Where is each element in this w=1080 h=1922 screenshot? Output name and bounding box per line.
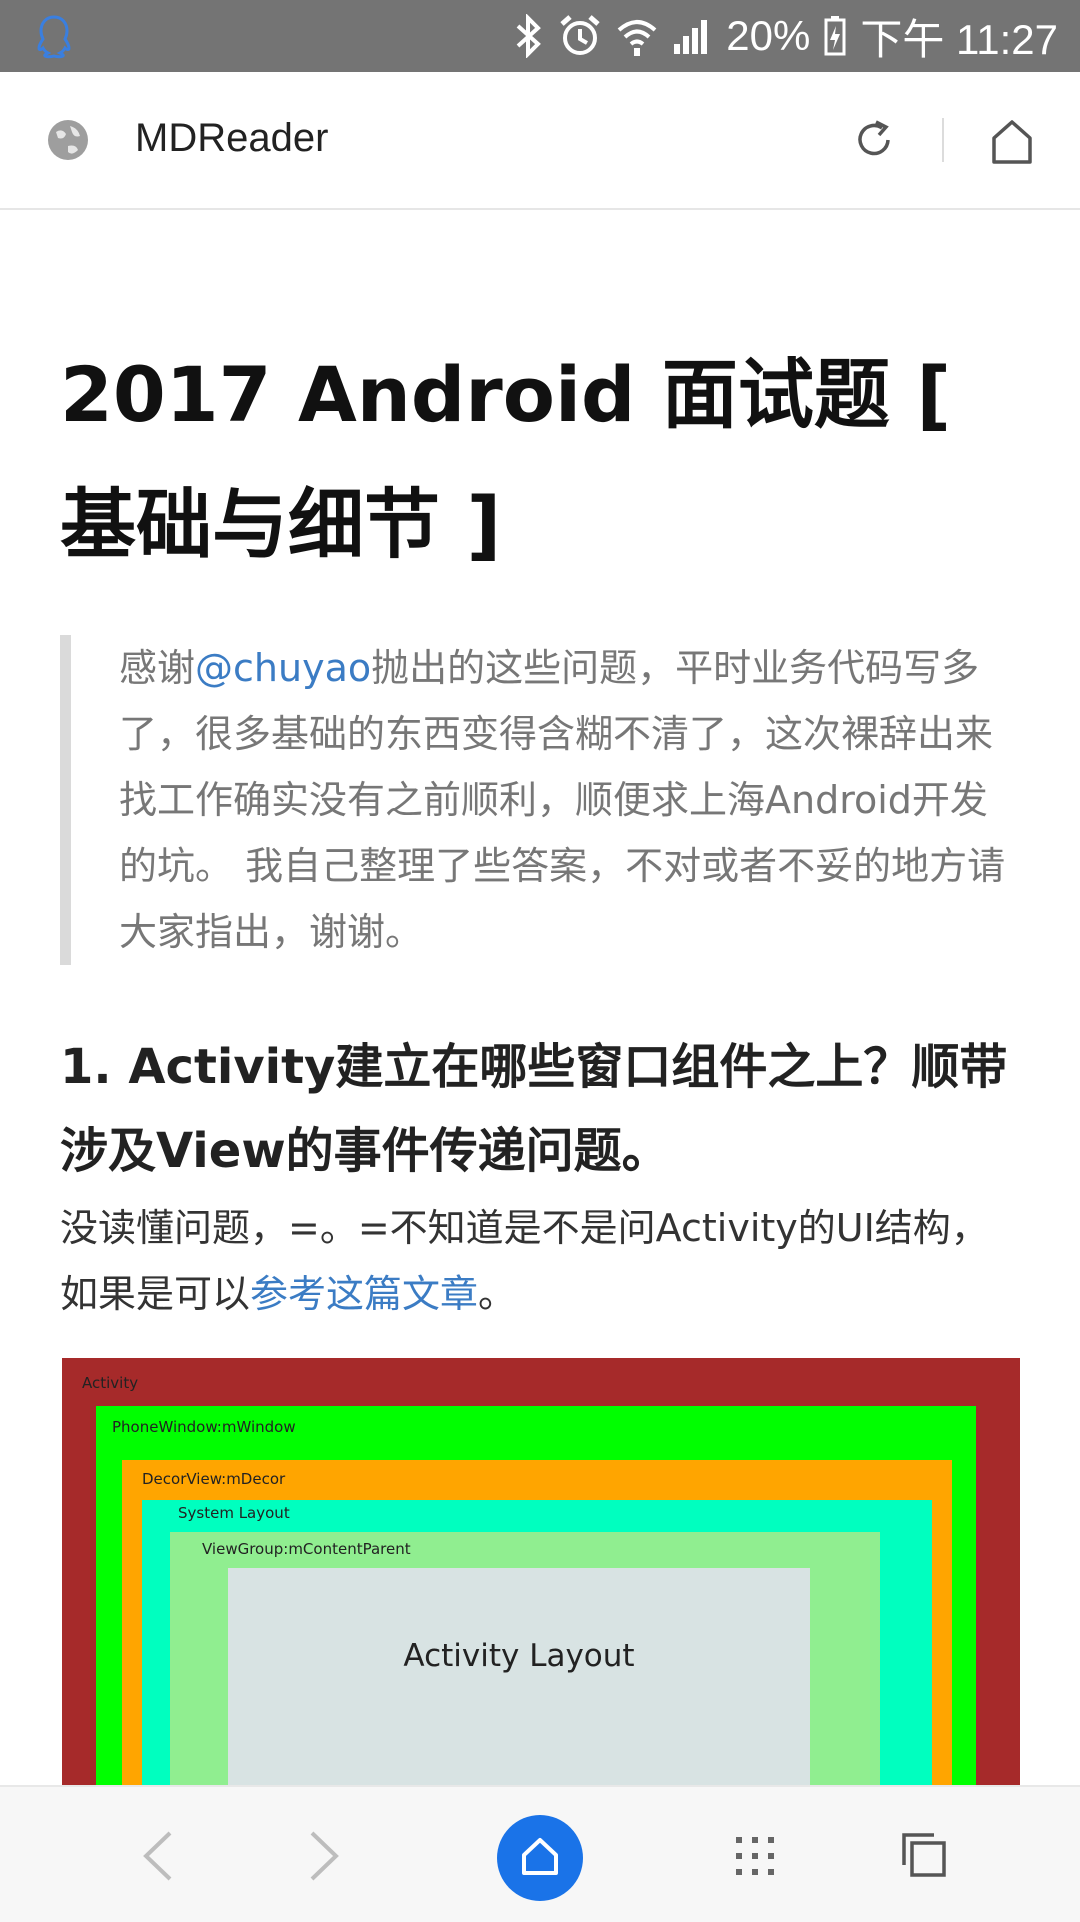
diagram-label-decor-view: DecorView:mDecor [142,1470,286,1488]
article-content: 2017 Android 面试题 [ 基础与细节 ] 感谢@chuyao抛出的这… [0,210,1080,1785]
diagram-label-content-parent: ViewGroup:mContentParent [202,1540,411,1558]
system-layout-layer: System Layout ViewGroup:mContentParent A… [142,1500,932,1785]
question-1-heading: 1. Activity建立在哪些窗口组件之上？顺带涉及View的事件传递问题。 [60,1039,1008,1179]
app-title: MDReader [135,116,329,160]
home-icon [522,1838,558,1875]
diagram-label-phone-window: PhoneWindow:mWindow [112,1418,296,1436]
answer-text-end: 。 [478,1272,517,1316]
forward-icon[interactable] [306,1829,342,1883]
phone-window-layer: PhoneWindow:mWindow DecorView:mDecor Sys… [96,1406,976,1785]
refresh-icon[interactable] [850,116,898,164]
app-bar-divider [942,118,944,162]
diagram-label-activity: Activity [82,1374,139,1392]
reference-article-link[interactable]: 参考这篇文章 [250,1272,478,1316]
quote-text-start: 感谢 [119,646,196,690]
quote-text-rest: 抛出的这些问题，平时业务代码写多了，很多基础的东西变得含糊不清了，这次裸辞出来找… [119,646,1006,954]
diagram-label-system-layout: System Layout [178,1504,290,1522]
clock: 下午 11:27 [860,15,1058,63]
signal-icon [674,20,708,54]
chuyao-link[interactable]: @chuyao [195,646,371,690]
home-icon[interactable] [988,116,1036,166]
bottom-nav-bar [0,1785,1080,1922]
grid-menu-icon[interactable] [734,1835,776,1877]
answer-paragraph: 没读懂问题，=。=不知道是不是问Activity的UI结构，如果是可以参考这篇文… [60,1195,1020,1327]
activity-layout-layer: Activity Layout [228,1568,810,1785]
article-title: 2017 Android 面试题 [ 基础与细节 ] [60,350,952,569]
qq-icon [37,15,71,59]
tabs-icon[interactable] [900,1831,948,1879]
activity-structure-diagram: Activity PhoneWindow:mWindow DecorView:m… [62,1358,1020,1785]
answer-text: 没读懂问题，=。=不知道是不是问Activity的UI结构，如果是可以 [60,1206,989,1316]
bluetooth-icon [516,14,542,58]
globe-icon[interactable] [46,118,90,162]
alarm-icon [560,15,600,55]
diagram-label-activity-layout: Activity Layout [403,1638,635,1674]
content-parent-layer: ViewGroup:mContentParent Activity Layout [170,1532,880,1785]
battery-percent: 20% [726,12,811,59]
wifi-icon [617,20,657,56]
decor-view-layer: DecorView:mDecor System Layout ViewGroup… [122,1460,952,1785]
back-icon[interactable] [140,1829,176,1883]
blockquote: 感谢@chuyao抛出的这些问题，平时业务代码写多了，很多基础的东西变得含糊不清… [60,635,1031,965]
status-bar: 20% 下午 11:27 [0,0,1080,72]
battery-icon [824,16,846,56]
quote-text: 感谢@chuyao抛出的这些问题，平时业务代码写多了，很多基础的东西变得含糊不清… [119,635,1019,965]
app-bar: MDReader [0,72,1080,210]
home-button[interactable] [497,1815,583,1901]
